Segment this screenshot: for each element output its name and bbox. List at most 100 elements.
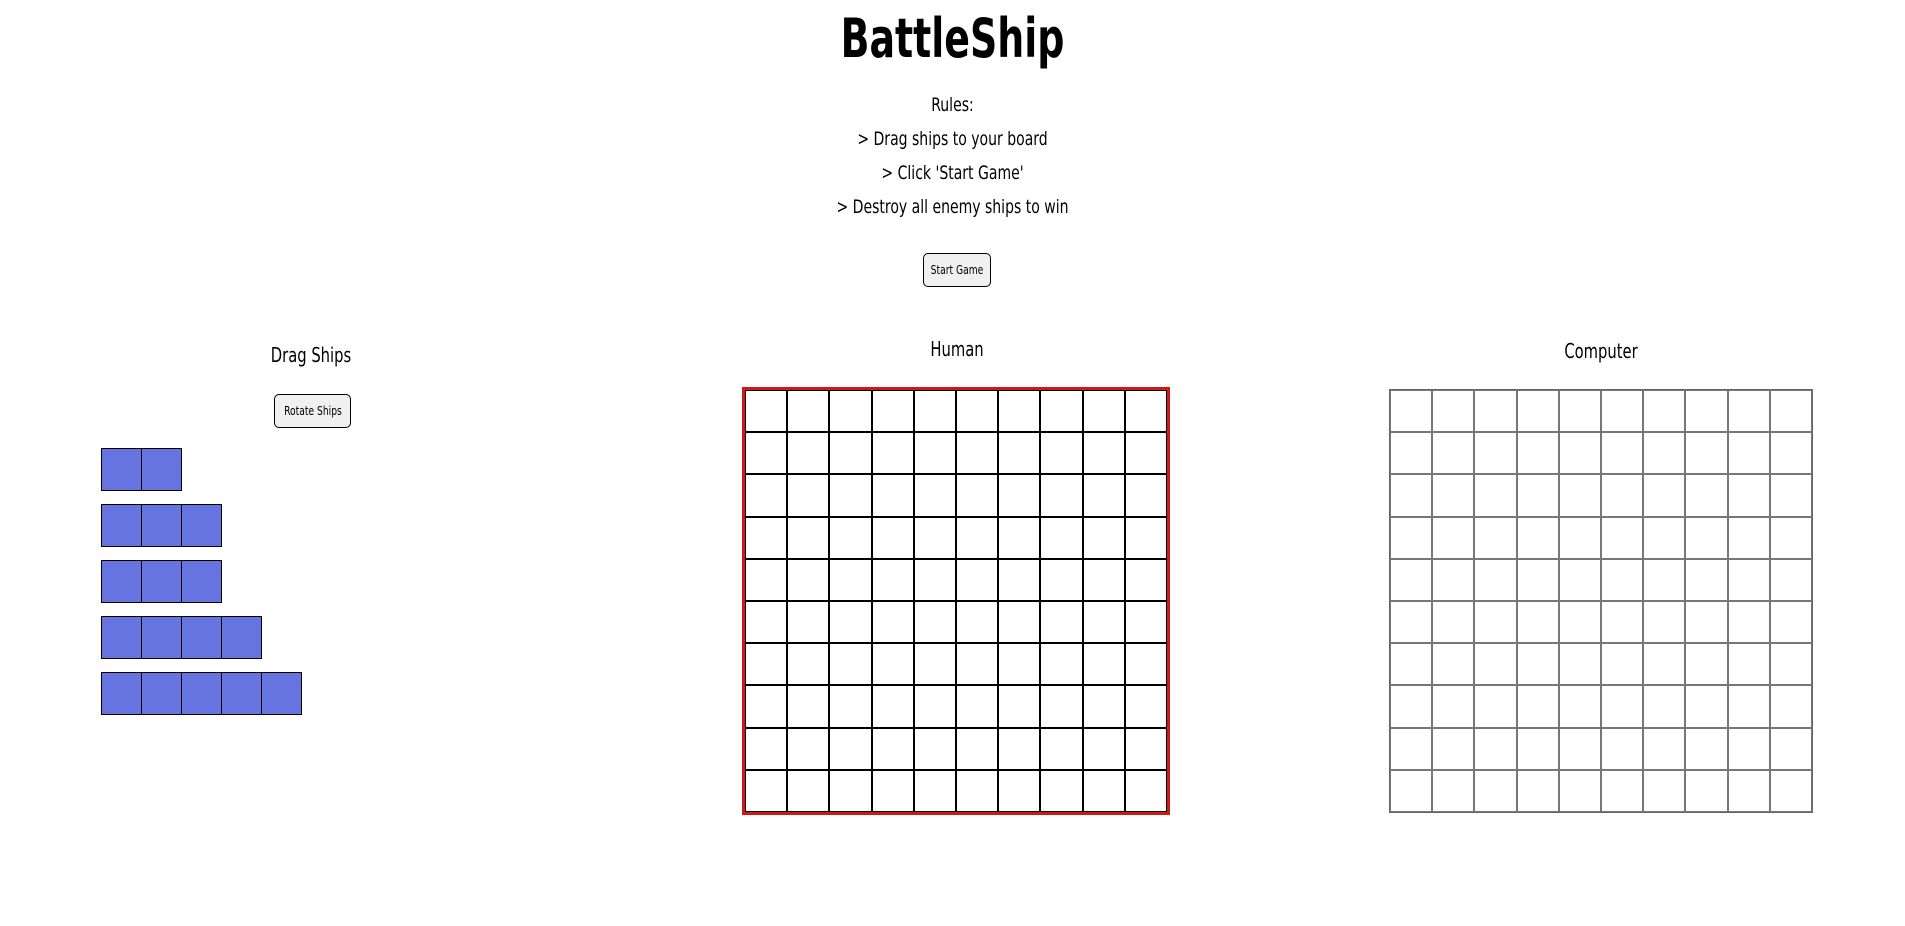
- computer-board-cell[interactable]: [1601, 558, 1644, 601]
- computer-board-cell[interactable]: [1474, 474, 1517, 517]
- human-board-cell[interactable]: [1082, 558, 1125, 601]
- human-board-cell[interactable]: [998, 390, 1041, 433]
- human-board-cell[interactable]: [829, 558, 872, 601]
- computer-board-cell[interactable]: [1769, 516, 1812, 559]
- computer-board-cell[interactable]: [1474, 516, 1517, 559]
- human-board-cell[interactable]: [745, 558, 788, 601]
- human-board-cell[interactable]: [956, 474, 999, 517]
- human-board-cell[interactable]: [998, 432, 1041, 475]
- computer-board-cell[interactable]: [1685, 727, 1728, 770]
- computer-board-cell[interactable]: [1474, 727, 1517, 770]
- human-board-cell[interactable]: [998, 727, 1041, 770]
- computer-board-cell[interactable]: [1685, 685, 1728, 728]
- computer-board-cell[interactable]: [1390, 601, 1433, 644]
- computer-board-cell[interactable]: [1474, 685, 1517, 728]
- human-board-cell[interactable]: [1040, 558, 1083, 601]
- human-board-cell[interactable]: [1040, 685, 1083, 728]
- human-board-cell[interactable]: [1124, 727, 1167, 770]
- computer-board-cell[interactable]: [1727, 432, 1770, 475]
- computer-board-cell[interactable]: [1727, 474, 1770, 517]
- computer-board-cell[interactable]: [1769, 727, 1812, 770]
- human-board-cell[interactable]: [871, 558, 914, 601]
- computer-board-cell[interactable]: [1601, 601, 1644, 644]
- computer-board-cell[interactable]: [1601, 727, 1644, 770]
- computer-board-cell[interactable]: [1601, 390, 1644, 433]
- human-board-cell[interactable]: [913, 685, 956, 728]
- computer-board-cell[interactable]: [1769, 432, 1812, 475]
- computer-board-cell[interactable]: [1390, 432, 1433, 475]
- computer-board-cell[interactable]: [1516, 727, 1559, 770]
- computer-board-cell[interactable]: [1558, 643, 1601, 686]
- human-board-cell[interactable]: [998, 516, 1041, 559]
- human-board-cell[interactable]: [913, 516, 956, 559]
- computer-board-cell[interactable]: [1685, 601, 1728, 644]
- computer-board-cell[interactable]: [1769, 558, 1812, 601]
- computer-board-cell[interactable]: [1685, 474, 1728, 517]
- human-board-cell[interactable]: [913, 601, 956, 644]
- human-board-cell[interactable]: [913, 432, 956, 475]
- human-board-cell[interactable]: [871, 432, 914, 475]
- human-board-cell[interactable]: [1082, 390, 1125, 433]
- human-board-cell[interactable]: [787, 769, 830, 812]
- ship-length-4[interactable]: [101, 616, 262, 659]
- computer-board-cell[interactable]: [1769, 769, 1812, 812]
- human-board-cell[interactable]: [998, 601, 1041, 644]
- computer-board-cell[interactable]: [1727, 643, 1770, 686]
- computer-board-cell[interactable]: [1643, 727, 1686, 770]
- computer-board-cell[interactable]: [1432, 474, 1475, 517]
- human-board-cell[interactable]: [913, 474, 956, 517]
- computer-board-cell[interactable]: [1727, 685, 1770, 728]
- computer-board-cell[interactable]: [1643, 601, 1686, 644]
- computer-board-cell[interactable]: [1685, 432, 1728, 475]
- human-board[interactable]: [742, 387, 1170, 815]
- human-board-cell[interactable]: [1040, 601, 1083, 644]
- human-board-cell[interactable]: [956, 727, 999, 770]
- computer-board-cell[interactable]: [1769, 390, 1812, 433]
- computer-board-cell[interactable]: [1390, 516, 1433, 559]
- human-board-cell[interactable]: [829, 727, 872, 770]
- computer-board-cell[interactable]: [1390, 558, 1433, 601]
- computer-board-cell[interactable]: [1432, 643, 1475, 686]
- computer-board-cell[interactable]: [1643, 643, 1686, 686]
- computer-board-cell[interactable]: [1516, 769, 1559, 812]
- computer-board-cell[interactable]: [1685, 558, 1728, 601]
- computer-board-cell[interactable]: [1390, 769, 1433, 812]
- human-board-cell[interactable]: [1040, 516, 1083, 559]
- computer-board-cell[interactable]: [1516, 685, 1559, 728]
- computer-board-cell[interactable]: [1390, 727, 1433, 770]
- human-board-cell[interactable]: [1082, 474, 1125, 517]
- computer-board-cell[interactable]: [1643, 558, 1686, 601]
- computer-board-cell[interactable]: [1558, 769, 1601, 812]
- human-board-cell[interactable]: [871, 601, 914, 644]
- computer-board-cell[interactable]: [1769, 474, 1812, 517]
- human-board-cell[interactable]: [745, 432, 788, 475]
- human-board-cell[interactable]: [1082, 516, 1125, 559]
- human-board-cell[interactable]: [998, 643, 1041, 686]
- computer-board-cell[interactable]: [1516, 474, 1559, 517]
- human-board-cell[interactable]: [745, 390, 788, 433]
- computer-board-cell[interactable]: [1474, 643, 1517, 686]
- human-board-cell[interactable]: [956, 643, 999, 686]
- computer-board-cell[interactable]: [1474, 769, 1517, 812]
- computer-board-cell[interactable]: [1601, 474, 1644, 517]
- computer-board-cell[interactable]: [1432, 727, 1475, 770]
- computer-board-cell[interactable]: [1390, 643, 1433, 686]
- human-board-cell[interactable]: [787, 474, 830, 517]
- human-board-cell[interactable]: [829, 643, 872, 686]
- human-board-cell[interactable]: [829, 769, 872, 812]
- start-game-button[interactable]: Start Game: [923, 253, 991, 287]
- computer-board-cell[interactable]: [1390, 685, 1433, 728]
- human-board-cell[interactable]: [956, 685, 999, 728]
- human-board-cell[interactable]: [956, 432, 999, 475]
- human-board-cell[interactable]: [871, 769, 914, 812]
- computer-board-cell[interactable]: [1558, 558, 1601, 601]
- computer-board-cell[interactable]: [1516, 432, 1559, 475]
- human-board-cell[interactable]: [956, 769, 999, 812]
- computer-board-cell[interactable]: [1643, 474, 1686, 517]
- human-board-cell[interactable]: [913, 769, 956, 812]
- computer-board-cell[interactable]: [1685, 769, 1728, 812]
- computer-board-cell[interactable]: [1769, 685, 1812, 728]
- human-board-cell[interactable]: [871, 727, 914, 770]
- human-board-cell[interactable]: [1040, 390, 1083, 433]
- human-board-cell[interactable]: [998, 558, 1041, 601]
